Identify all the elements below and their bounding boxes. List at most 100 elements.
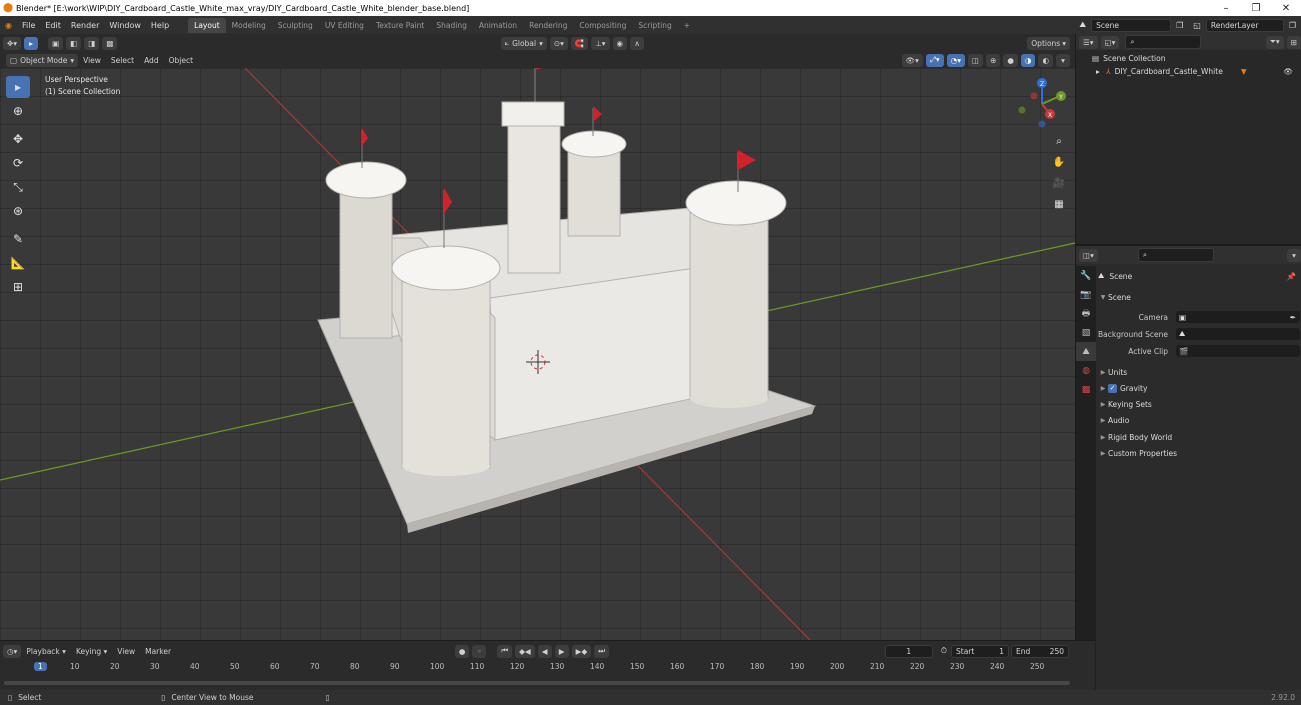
transform-orientation-dropdown[interactable]: ⟀ Global ▾ [500,36,547,50]
menu-file[interactable]: File [17,21,40,30]
navigation-gizmo[interactable]: Z Y X [1012,74,1072,134]
select-tool-icon[interactable]: ▸ [6,76,30,98]
scene-name-field[interactable]: Scene [1091,18,1172,32]
view-layer-icon[interactable]: ◱ [1188,21,1206,30]
panel-units[interactable]: ▶ Units [1098,364,1300,380]
falloff-icon[interactable]: ∧ [630,36,645,50]
select-mode-invert-icon[interactable]: ▩ [102,36,118,50]
new-view-layer-icon[interactable]: ❐ [1284,21,1301,30]
visibility-icon[interactable]: 👁▾ [901,53,923,67]
start-frame-field[interactable]: Start 1 [951,644,1009,658]
play-reverse-icon[interactable]: ◀ [537,644,552,658]
pin-icon[interactable]: 📌 [1287,272,1296,281]
panel-audio[interactable]: ▶ Audio [1098,412,1300,428]
measure-tool-icon[interactable]: 📐 [6,252,30,274]
outliner-search-input[interactable]: ⌕ [1125,35,1202,49]
pivot-point-icon[interactable]: ⊙▾ [549,36,568,50]
transform-tool-icon[interactable]: ⊛ [6,200,30,222]
snap-target-icon[interactable]: ⊥▾ [591,36,610,50]
perspective-grid-icon[interactable]: ▦ [1050,195,1068,213]
move-tool-icon[interactable]: ✥ [6,128,30,150]
blender-menu-icon[interactable]: ◉ [0,21,17,30]
tab-output-icon[interactable]: 🖶 [1076,304,1096,323]
rotate-tool-icon[interactable]: ⟳ [6,152,30,174]
tab-shading[interactable]: Shading [430,18,472,33]
tab-texture-paint[interactable]: Texture Paint [370,18,430,33]
jump-keyframe-forward-icon[interactable]: ▶◆ [571,644,592,658]
select-mode-subtract-icon[interactable]: ◨ [84,36,100,50]
timeline-scrollbar[interactable] [4,681,1070,685]
add-cube-tool-icon[interactable]: ⊞ [6,276,30,298]
shading-solid-icon[interactable]: ● [1003,53,1018,67]
keying-set-icon[interactable]: ◦ [472,644,487,658]
expand-arrow-icon[interactable]: ▸ [1096,67,1106,76]
background-scene-field[interactable]: ⛰ [1176,328,1300,340]
tab-view-layer-icon[interactable]: ▧ [1076,323,1096,342]
select-box-mode-icon[interactable]: ▸ [24,36,39,50]
menu-select[interactable]: Select [106,56,139,65]
proportional-edit-icon[interactable]: ◉ [612,36,628,50]
menu-view[interactable]: View [78,56,106,65]
menu-help[interactable]: Help [146,21,174,30]
close-button[interactable]: ✕ [1271,3,1301,14]
xray-toggle-icon[interactable]: ◫ [967,53,984,67]
timeline-menu-playback[interactable]: Playback ▾ [21,647,71,656]
mode-dropdown[interactable]: ▢ Object Mode ▾ [6,53,79,67]
gravity-checkbox[interactable]: ✓ [1108,383,1117,393]
outliner-editor-type-icon[interactable]: ☰▾ [1079,35,1098,49]
scale-tool-icon[interactable]: ⤡ [6,176,30,198]
outliner-row-scene-collection[interactable]: ▤ Scene Collection [1076,52,1301,65]
jump-keyframe-back-icon[interactable]: ◆◀ [515,644,535,658]
tab-world-icon[interactable]: ◍ [1076,361,1096,380]
menu-render[interactable]: Render [66,21,104,30]
timeline-menu-keying[interactable]: Keying ▾ [71,647,112,656]
view-layer-field[interactable]: RenderLayer [1205,18,1284,32]
panel-scene-header[interactable]: ▼ Scene [1098,289,1300,305]
tab-rendering[interactable]: Rendering [523,18,573,33]
menu-object[interactable]: Object [164,56,198,65]
play-icon[interactable]: ▶ [554,644,569,658]
tab-scene-icon[interactable]: ⛰ [1076,342,1096,361]
tab-tool-icon[interactable]: 🔧 [1076,266,1096,285]
snap-icon[interactable]: 🧲 [570,36,589,50]
properties-search-input[interactable]: ⌕ [1137,248,1214,262]
3d-viewport[interactable]: User Perspective (1) Scene Collection Z … [0,68,1075,640]
tab-layout[interactable]: Layout [188,17,226,33]
timeline-menu-view[interactable]: View [112,647,140,656]
tab-scripting[interactable]: Scripting [632,18,677,33]
timeline-menu-marker[interactable]: Marker [140,647,176,656]
jump-end-icon[interactable]: ⏭ [594,644,609,658]
add-workspace-button[interactable]: + [678,18,696,33]
zoom-icon[interactable]: ⌕ [1050,132,1068,150]
panel-rigid-body-world[interactable]: ▶ Rigid Body World [1098,429,1300,445]
current-frame-field[interactable]: 1 [884,644,933,658]
menu-window[interactable]: Window [104,21,146,30]
tab-modeling[interactable]: Modeling [226,18,272,33]
select-mode-extend-icon[interactable]: ◧ [66,36,82,50]
eyedropper-icon[interactable]: ✒ [1290,313,1296,322]
options-button[interactable]: Options ▾ [1027,36,1070,50]
shading-wireframe-icon[interactable]: ⊕ [986,53,1001,67]
tab-texture-icon[interactable]: ▩ [1076,380,1096,399]
visibility-eye-icon[interactable]: 👁 [1283,67,1293,76]
timeline-ruler[interactable]: 1 10 20 30 40 50 60 70 80 90 100 110 120 130 140 150 160… [0,661,1075,675]
new-scene-icon[interactable]: ❐ [1171,21,1188,30]
active-clip-field[interactable]: 🎬 [1176,345,1300,357]
gizmo-toggle-icon[interactable]: ⤢▾ [925,53,944,67]
camera-view-icon[interactable]: 🎥 [1050,174,1068,192]
timeline-editor-type-icon[interactable]: ◷▾ [3,644,22,658]
panel-gravity[interactable]: ▶ ✓ Gravity [1098,380,1300,396]
panel-keying-sets[interactable]: ▶ Keying Sets [1098,396,1300,412]
tab-compositing[interactable]: Compositing [573,18,632,33]
shading-options-icon[interactable]: ▾ [1056,53,1070,67]
outliner-display-mode-icon[interactable]: ◱▾ [1100,35,1120,49]
filter-icon[interactable]: ⏷▾ [1265,35,1284,49]
menu-add[interactable]: Add [139,56,164,65]
annotate-tool-icon[interactable]: ✎ [6,228,30,250]
jump-start-icon[interactable]: ⏮ [497,644,513,658]
panel-custom-properties[interactable]: ▶ Custom Properties [1098,445,1300,461]
pan-hand-icon[interactable]: ✋ [1050,153,1068,171]
scene-icon[interactable]: ⛰ [1074,20,1091,30]
auto-keying-icon[interactable]: ● [454,644,470,658]
select-mode-new-icon[interactable]: ▣ [48,36,64,50]
